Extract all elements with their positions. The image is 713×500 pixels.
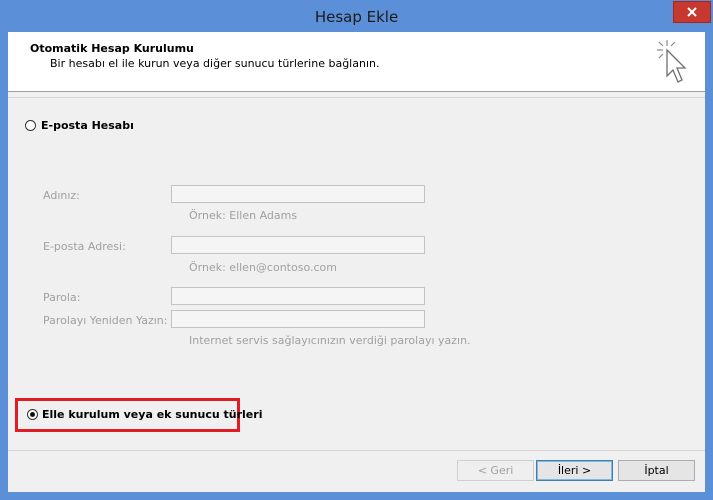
email-account-radio-label[interactable]: E-posta Hesabı (41, 119, 134, 132)
back-button[interactable]: < Geri (457, 460, 534, 481)
email-label: E-posta Adresi: (43, 240, 126, 253)
cancel-button[interactable]: İptal (618, 460, 695, 481)
password-hint: Internet servis sağlayıcınızın verdiği p… (189, 334, 471, 347)
close-icon (687, 7, 697, 17)
password-retype-label: Parolayı Yeniden Yazın: (43, 314, 168, 327)
add-account-window: Hesap Ekle Otomatik Hesap Kurulumu Bir h… (0, 0, 713, 500)
radio-selected-dot (30, 412, 35, 417)
name-label: Adınız: (43, 189, 80, 202)
window-title: Hesap Ekle (314, 8, 399, 26)
header-pane: Otomatik Hesap Kurulumu Bir hesabı el il… (8, 32, 705, 92)
title-bar[interactable]: Hesap Ekle (0, 0, 713, 32)
header-subtitle: Bir hesabı el ile kurun veya diğer sunuc… (50, 57, 380, 70)
header-title: Otomatik Hesap Kurulumu (30, 42, 194, 55)
email-input[interactable] (171, 236, 425, 254)
email-hint: Örnek: ellen@contoso.com (189, 261, 337, 274)
email-account-radio[interactable] (25, 120, 36, 131)
close-button[interactable] (673, 1, 711, 23)
wizard-cursor-sparkle-icon (657, 40, 687, 83)
next-button[interactable]: İleri > (536, 460, 613, 481)
dialog-client-area: Otomatik Hesap Kurulumu Bir hesabı el il… (8, 32, 705, 492)
name-hint: Örnek: Ellen Adams (189, 209, 298, 222)
button-bar-divider (8, 450, 705, 451)
name-input[interactable] (171, 185, 425, 203)
password-input[interactable] (171, 287, 425, 305)
manual-setup-radio-label[interactable]: Elle kurulum veya ek sunucu türleri (42, 408, 262, 421)
password-retype-input[interactable] (171, 310, 425, 328)
manual-setup-radio[interactable] (27, 409, 38, 420)
content-divider (8, 97, 705, 98)
password-label: Parola: (43, 291, 81, 304)
